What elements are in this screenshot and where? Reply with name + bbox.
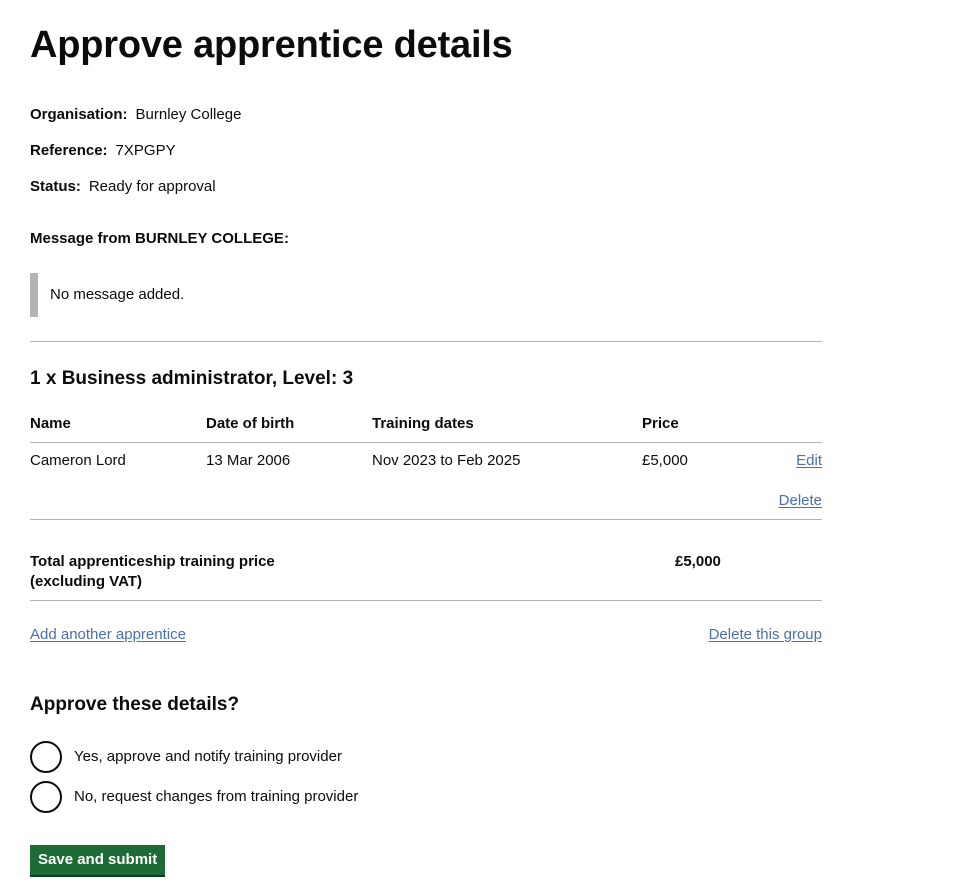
organisation-label: Organisation: [30,106,128,123]
column-header-price: Price [642,415,679,432]
table-row-divider [30,519,822,520]
approve-apprentice-page: Approve apprentice details Organisation:… [0,0,960,890]
total-price-label: Total apprenticeship training price (exc… [30,553,275,590]
message-text: No message added. [50,286,185,303]
apprentice-price: £5,000 [642,452,688,469]
page-title: Approve apprentice details [30,24,513,66]
radio-approve[interactable] [30,741,62,773]
apprentice-group-heading: 1 x Business administrator, Level: 3 [30,368,354,389]
radio-approve-label[interactable]: Yes, approve and notify training provide… [74,747,342,767]
radio-request-changes[interactable] [30,781,62,813]
message-heading: Message from BURNLEY COLLEGE: [30,230,289,247]
total-price-value: £5,000 [675,553,721,570]
apprentice-dob: 13 Mar 2006 [206,452,291,469]
column-header-dob: Date of birth [206,415,295,432]
organisation-row: Organisation: Burnley College [30,105,241,125]
message-inset: No message added. [30,273,330,317]
approve-question-heading: Approve these details? [30,694,240,715]
radio-request-changes-label[interactable]: No, request changes from training provid… [74,787,358,807]
total-divider [30,600,822,601]
organisation-value: Burnley College [135,106,242,123]
reference-value: 7XPGPY [115,142,176,159]
save-and-submit-button[interactable]: Save and submit [30,845,166,875]
column-header-name: Name [30,415,71,432]
delete-apprentice-link[interactable]: Delete [779,491,822,511]
status-value: Ready for approval [88,178,216,195]
reference-row: Reference: 7XPGPY [30,141,176,161]
apprentice-training-dates: Nov 2023 to Feb 2025 [372,452,521,469]
status-label: Status: [30,178,81,195]
edit-apprentice-link[interactable]: Edit [796,451,822,471]
status-row: Status: Ready for approval [30,177,216,197]
column-header-training-dates: Training dates [372,415,474,432]
delete-group-link[interactable]: Delete this group [709,625,822,645]
reference-label: Reference: [30,142,108,159]
add-another-apprentice-link[interactable]: Add another apprentice [30,625,186,645]
apprentice-name: Cameron Lord [30,452,126,469]
table-header-divider [30,442,822,443]
section-divider [30,341,822,342]
